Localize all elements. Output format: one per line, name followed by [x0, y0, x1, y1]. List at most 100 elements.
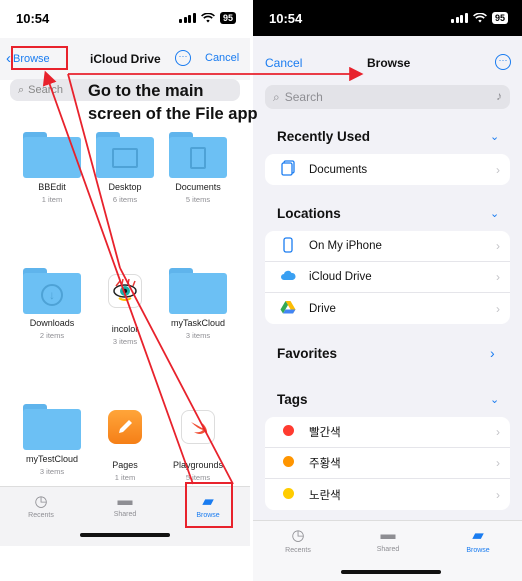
item-name: Pages	[112, 460, 138, 470]
row-label: 주황색	[309, 458, 341, 470]
folder-item-playgrounds[interactable]: Playgrounds 5 items	[163, 404, 233, 482]
tab-label: Shared	[376, 546, 400, 553]
annotation-caption: Go to the main screen of the File app	[88, 80, 298, 126]
search-icon: ⌕	[18, 83, 25, 96]
item-count: 5 items	[185, 195, 211, 204]
item-name: myTestCloud	[26, 454, 79, 464]
screenshot-root: 10:54 95 ‹ Browse iCloud Drive ··· Cance…	[0, 0, 522, 581]
folder-item-documents[interactable]: Documents 5 items	[163, 132, 233, 204]
more-options-icon[interactable]: ···	[495, 54, 511, 70]
downloads-folder-icon: ↓	[23, 268, 81, 314]
list-item-icloud-drive[interactable]: iCloud Drive ›	[265, 262, 510, 293]
item-name: Downloads	[29, 318, 75, 328]
annotation-box-browse-tab	[185, 482, 233, 528]
folder-item-downloads[interactable]: ↓ Downloads 2 items	[17, 268, 87, 340]
item-count: 1 item	[41, 195, 63, 204]
row-label: 빨간색	[309, 427, 341, 439]
list-item-tag-red[interactable]: 빨간색 ›	[265, 417, 510, 448]
row-label: iCloud Drive	[309, 271, 372, 283]
iphone-icon	[279, 236, 297, 256]
list-item-on-my-iphone[interactable]: On My iPhone ›	[265, 231, 510, 262]
incolor-app-folder-icon	[96, 274, 154, 320]
chevron-down-icon[interactable]: ⌄	[490, 130, 499, 143]
section-title-locations: Locations	[277, 206, 341, 221]
folder-item-pages[interactable]: Pages 1 item	[90, 404, 160, 482]
chevron-down-icon[interactable]: ⌄	[490, 393, 499, 406]
row-label: Drive	[309, 302, 336, 315]
item-count: 2 items	[39, 331, 65, 340]
status-time: 10:54	[269, 10, 303, 26]
status-time: 10:54	[16, 10, 50, 26]
list-item-tag-orange[interactable]: 주황색 ›	[265, 448, 510, 479]
chevron-down-icon[interactable]: ⌄	[490, 207, 499, 220]
folder-item-mytaskcloud[interactable]: myTaskCloud 3 items	[163, 268, 233, 340]
item-name: BBEdit	[38, 182, 66, 192]
tags-list: 빨간색 › 주황색 › 노란색 ›	[265, 417, 510, 510]
cloud-icon	[279, 270, 297, 284]
playgrounds-app-folder-icon	[169, 410, 227, 456]
tag-dot-red-icon	[279, 425, 297, 439]
battery-icon: 95	[491, 12, 508, 24]
signal-icon	[179, 13, 196, 23]
folder-icon	[23, 132, 81, 178]
incolor-eye-icon	[113, 278, 137, 301]
locations-list: On My iPhone › iCloud Drive › Drive ›	[265, 231, 510, 324]
microphone-icon[interactable]: ♪	[496, 89, 502, 103]
chevron-right-icon: ›	[496, 301, 500, 316]
item-count: 5 items	[185, 473, 211, 482]
section-title-recently-used: Recently Used	[277, 129, 371, 144]
tab-label: Shared	[113, 511, 137, 518]
folder-icon	[169, 268, 227, 314]
folder-item-incolor[interactable]: incolor 3 items	[90, 268, 160, 346]
page-title: Browse	[367, 56, 411, 70]
item-name: Playgrounds	[172, 460, 224, 470]
chevron-right-icon: ›	[496, 425, 500, 439]
item-name: myTaskCloud	[171, 318, 226, 328]
documents-folder-icon	[169, 132, 227, 178]
section-title-favorites[interactable]: Favorites	[277, 346, 337, 361]
search-input[interactable]: ⌕ Search ♪	[265, 85, 510, 109]
chevron-right-icon[interactable]: ›	[490, 345, 495, 361]
item-name: incolor	[111, 324, 139, 334]
list-item-tag-yellow[interactable]: 노란색 ›	[265, 479, 510, 510]
folder-icon	[23, 404, 81, 450]
chevron-right-icon: ›	[496, 487, 500, 502]
folder-icon: ▰	[472, 527, 484, 544]
caption-line-2: screen of the File app	[88, 105, 258, 123]
item-name: Documents	[175, 182, 221, 192]
folder-item-desktop[interactable]: Desktop 6 items	[90, 132, 160, 204]
tag-dot-yellow-icon	[279, 487, 297, 502]
folder-item-mytestcloud[interactable]: myTestCloud 3 items	[17, 404, 87, 476]
shared-folder-icon: ▬	[117, 492, 133, 509]
tab-shared[interactable]: ▬ Shared	[95, 492, 155, 518]
list-item-documents[interactable]: Documents ›	[265, 154, 510, 185]
clock-icon: ◷	[34, 493, 48, 510]
cancel-button[interactable]: Cancel	[265, 56, 302, 70]
chevron-right-icon: ›	[496, 162, 500, 177]
row-label: On My iPhone	[309, 240, 382, 252]
wifi-icon	[201, 13, 215, 23]
tab-label: Recents	[285, 547, 311, 554]
item-count: 3 items	[185, 331, 211, 340]
home-indicator	[341, 570, 441, 574]
document-icon	[279, 160, 297, 179]
row-label: 노란색	[309, 489, 341, 502]
tab-browse[interactable]: ▰ Browse	[443, 526, 513, 554]
tab-shared[interactable]: ▬ Shared	[353, 526, 423, 553]
more-options-icon[interactable]: ···	[175, 50, 191, 66]
item-count: 3 items	[112, 337, 138, 346]
folder-item-bbedit[interactable]: BBEdit 1 item	[17, 132, 87, 204]
tab-recents[interactable]: ◷ Recents	[263, 526, 333, 554]
recently-used-list: Documents ›	[265, 154, 510, 185]
list-item-drive[interactable]: Drive ›	[265, 293, 510, 324]
signal-icon	[451, 13, 468, 23]
status-bar: 10:54 95	[253, 0, 522, 36]
item-count: 1 item	[114, 473, 136, 482]
chevron-right-icon: ›	[496, 456, 500, 470]
shared-folder-icon: ▬	[380, 526, 396, 543]
tab-recents[interactable]: ◷ Recents	[11, 492, 71, 519]
pages-app-folder-icon	[96, 410, 154, 456]
cancel-button[interactable]: Cancel	[205, 52, 239, 64]
battery-icon: 95	[219, 12, 236, 24]
item-name: Desktop	[108, 182, 142, 192]
